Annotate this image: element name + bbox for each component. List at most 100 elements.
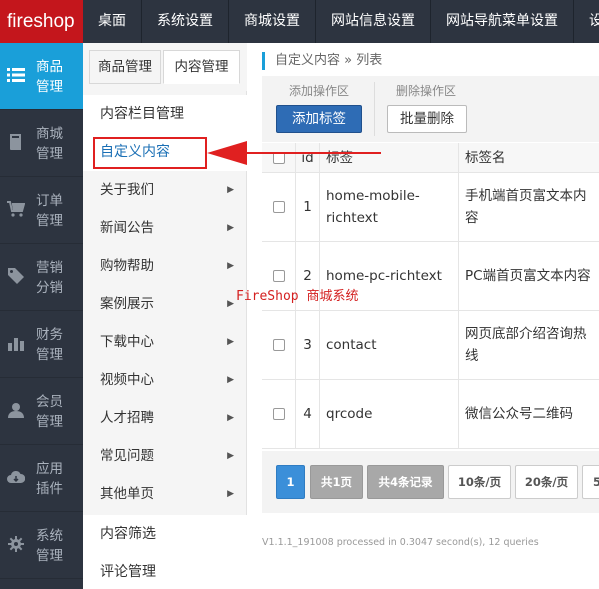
operation-bar: 添加操作区 删除操作区 添加标签 批量删除 (262, 76, 599, 142)
menu-item-label: 下载中心 (100, 334, 154, 350)
sidebar-item-label: 会员管理 (36, 394, 63, 430)
row-tag: contact (320, 311, 459, 379)
caret-right-icon: ▶ (227, 185, 234, 195)
menu-item-jobs[interactable]: 人才招聘 ▶ (83, 399, 247, 437)
caret-right-icon: ▶ (227, 413, 234, 423)
menu-item-about[interactable]: 关于我们 ▶ (83, 171, 247, 209)
sidebar-item-label: 财务管理 (36, 327, 63, 363)
sidebar-item-marketing[interactable]: 营销分销 (0, 244, 83, 311)
row-id: 3 (296, 311, 320, 379)
menu-item-videos[interactable]: 视频中心 ▶ (83, 361, 247, 399)
sidebar-item-label: 商品管理 (36, 59, 63, 95)
row-tag-name: 手机端首页富文本内容 (465, 188, 587, 226)
row-id: 1 (296, 173, 320, 241)
divider (374, 82, 375, 136)
delete-area-title: 删除操作区 (396, 84, 457, 98)
batch-delete-button[interactable]: 批量删除 (387, 105, 467, 133)
sidebar-item-plugins[interactable]: 应用插件 (0, 445, 83, 512)
menu-item-faq[interactable]: 常见问题 ▶ (83, 437, 247, 475)
menu-item-label: 视频中心 (100, 372, 154, 388)
bar-chart-icon (7, 334, 25, 352)
menu-item-label: 案例展示 (100, 296, 154, 312)
fireshop-logo[interactable]: fireshop (0, 0, 83, 43)
sidebar-item-finance[interactable]: 财务管理 (0, 311, 83, 378)
row-tag-name: PC端首页富文本内容 (465, 268, 591, 284)
per-page-20[interactable]: 20条/页 (515, 465, 578, 499)
page-total: 共1页 (310, 465, 363, 499)
row-tag: qrcode (320, 380, 459, 448)
menu-comments-manage[interactable]: 评论管理 (83, 553, 247, 589)
top-nav-site-info-settings[interactable]: 网站信息设置 (316, 0, 431, 43)
per-page-more[interactable]: 5 (582, 465, 599, 499)
sidebar-item-orders[interactable]: 订单管理 (0, 177, 83, 244)
row-checkbox-cell (262, 173, 296, 241)
menu-item-label: 常见问题 (100, 448, 154, 464)
sidebar-item-members[interactable]: 会员管理 (0, 378, 83, 445)
tag-icon (7, 267, 25, 285)
menu-content-filter[interactable]: 内容筛选 (83, 515, 247, 553)
sidebar-item-label: 应用插件 (36, 461, 63, 497)
menu-item-shopping-help[interactable]: 购物帮助 ▶ (83, 247, 247, 285)
highlight-box (93, 137, 207, 169)
top-nav-more[interactable]: 设 (574, 0, 599, 43)
row-checkbox-cell (262, 380, 296, 448)
add-tag-button[interactable]: 添加标签 (276, 105, 362, 133)
row-checkbox[interactable] (272, 339, 285, 351)
top-nav-mall-settings[interactable]: 商城设置 (229, 0, 316, 43)
row-checkbox[interactable] (272, 408, 285, 420)
tab-content-manage[interactable]: 内容管理 (163, 50, 240, 84)
menu-item-label: 关于我们 (100, 182, 154, 198)
content-menu: 商品管理 内容管理 内容栏目管理 自定义内容 关于我们 ▶ 新闻公告 ▶ 购物帮助 ▶… (83, 43, 247, 589)
gear-icon (7, 535, 25, 553)
top-nav-site-nav-menu-settings[interactable]: 网站导航菜单设置 (431, 0, 574, 43)
row-tag: home-mobile-richtext (320, 173, 459, 241)
row-checkbox[interactable] (272, 270, 285, 282)
caret-right-icon: ▶ (227, 223, 234, 233)
menu-item-cases[interactable]: 案例展示 ▶ (83, 285, 247, 323)
sidebar-item-goods[interactable]: 商品管理 (0, 43, 83, 110)
main-content: 自定义内容 » 列表 添加操作区 删除操作区 添加标签 批量删除 id 标签 标… (248, 43, 599, 589)
sidebar-item-system[interactable]: 系统管理 (0, 512, 83, 579)
caret-right-icon: ▶ (227, 299, 234, 309)
menu-item-other-pages[interactable]: 其他单页 ▶ (83, 475, 247, 513)
top-nav-system-settings[interactable]: 系统设置 (142, 0, 229, 43)
page-current[interactable]: 1 (276, 465, 305, 499)
menu-item-label: 其他单页 (100, 486, 154, 502)
user-icon (7, 401, 25, 419)
book-icon (7, 133, 25, 151)
menu-tabs: 商品管理 内容管理 (83, 43, 247, 91)
top-nav-desktop[interactable]: 桌面 (83, 0, 142, 43)
top-nav: 桌面 系统设置 商城设置 网站信息设置 网站导航菜单设置设 (83, 0, 599, 43)
pagination: 1 共1页 共4条记录 10条/页 20条/页 5 (262, 451, 599, 513)
sidebar-item-label: 营销分销 (36, 260, 63, 296)
menu-item-label: 新闻公告 (100, 220, 154, 236)
row-checkbox-cell (262, 311, 296, 379)
record-total: 共4条记录 (367, 465, 444, 499)
sidebar-item-mall[interactable]: 商城管理 (0, 110, 83, 177)
menu-column-manage[interactable]: 内容栏目管理 (83, 95, 247, 133)
row-tag-name: 微信公众号二维码 (465, 406, 573, 422)
breadcrumb: 自定义内容 » 列表 (262, 52, 382, 70)
caret-right-icon: ▶ (227, 375, 234, 385)
cart-icon (7, 200, 25, 218)
watermark-text: FireShop 商城系统 (236, 289, 359, 304)
table-row: 4 qrcode 微信公众号二维码 (262, 380, 599, 449)
table-row: 3 contact 网页底部介绍咨询热线 (262, 311, 599, 380)
table-row: 1 home-mobile-richtext 手机端首页富文本内容 (262, 173, 599, 242)
per-page-10[interactable]: 10条/页 (448, 465, 511, 499)
sidebar-item-label: 订单管理 (36, 193, 63, 229)
sidebar-item-label: 系统管理 (36, 528, 63, 564)
row-id: 4 (296, 380, 320, 448)
breadcrumb-main[interactable]: 自定义内容 (275, 53, 340, 68)
footer-info: V1.1.1_191008 processed in 0.3047 second… (262, 537, 539, 548)
add-area-title: 添加操作区 (289, 84, 350, 98)
row-tag-name: 网页底部介绍咨询热线 (465, 326, 587, 364)
breadcrumb-current: 列表 (356, 53, 383, 68)
red-arrow-annotation (207, 141, 381, 165)
row-checkbox[interactable] (272, 201, 285, 213)
tab-goods-manage[interactable]: 商品管理 (89, 50, 161, 84)
menu-item-news[interactable]: 新闻公告 ▶ (83, 209, 247, 247)
sidebar-item-label: 商城管理 (36, 126, 63, 162)
caret-right-icon: ▶ (227, 261, 234, 271)
menu-item-downloads[interactable]: 下载中心 ▶ (83, 323, 247, 361)
